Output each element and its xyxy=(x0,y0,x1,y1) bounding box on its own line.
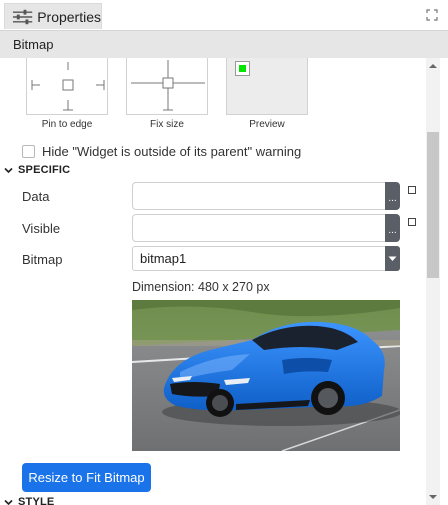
scroll-down-icon[interactable] xyxy=(426,492,440,502)
pin-to-edge-box[interactable] xyxy=(26,58,108,115)
data-field[interactable]: ... xyxy=(132,182,400,210)
visible-checkbox[interactable] xyxy=(408,218,416,226)
tab-label: Properties xyxy=(37,8,101,25)
fix-size-box[interactable] xyxy=(126,58,208,115)
style-header-label: STYLE xyxy=(18,496,55,505)
fix-size-label: Fix size xyxy=(150,119,184,130)
visible-picker-button[interactable]: ... xyxy=(385,214,400,242)
hide-warning-checkbox[interactable] xyxy=(22,144,35,158)
preview-box xyxy=(226,58,308,115)
vertical-scrollbar[interactable] xyxy=(426,58,440,505)
data-picker-button[interactable]: ... xyxy=(385,182,400,210)
sliders-icon xyxy=(12,9,33,24)
dimension-text: Dimension: 480 x 270 px xyxy=(132,280,270,294)
bitmap-label: Bitmap xyxy=(22,252,63,267)
resize-to-fit-button[interactable]: Resize to Fit Bitmap xyxy=(22,463,151,492)
style-group-header[interactable]: STYLE xyxy=(4,494,54,505)
bitmap-select-value: bitmap1 xyxy=(140,251,187,266)
preview-swatch xyxy=(235,61,250,76)
specific-group-header[interactable]: SPECIFIC xyxy=(4,162,70,178)
car-image xyxy=(132,300,400,451)
chevron-down-icon xyxy=(4,499,13,505)
visible-field[interactable]: ... xyxy=(132,214,400,242)
panel-tabbar: Properties xyxy=(0,0,448,30)
data-label: Data xyxy=(22,189,50,204)
bitmap-select[interactable]: bitmap1 xyxy=(132,246,400,271)
bitmap-dropdown-button[interactable] xyxy=(385,246,400,271)
bitmap-preview-image xyxy=(132,300,400,451)
pin-to-edge-icon xyxy=(31,62,105,111)
pin-to-edge-label: Pin to edge xyxy=(41,119,93,130)
hide-warning-label: Hide "Widget is outside of its parent" w… xyxy=(42,143,302,159)
chevron-down-icon xyxy=(4,167,13,173)
hide-warning-option[interactable]: Hide "Widget is outside of its parent" w… xyxy=(22,143,301,159)
specific-header-label: SPECIFIC xyxy=(18,164,71,176)
fix-size-icon xyxy=(131,60,205,111)
scroll-up-icon[interactable] xyxy=(426,61,440,71)
data-checkbox[interactable] xyxy=(408,186,416,194)
section-title: Bitmap xyxy=(0,30,448,58)
maximize-icon[interactable] xyxy=(426,9,438,21)
tab-properties[interactable]: Properties xyxy=(4,3,102,29)
caret-down-icon xyxy=(388,256,397,261)
scroll-thumb[interactable] xyxy=(427,132,439,278)
visible-label: Visible xyxy=(22,221,61,236)
preview-label: Preview xyxy=(249,119,285,130)
